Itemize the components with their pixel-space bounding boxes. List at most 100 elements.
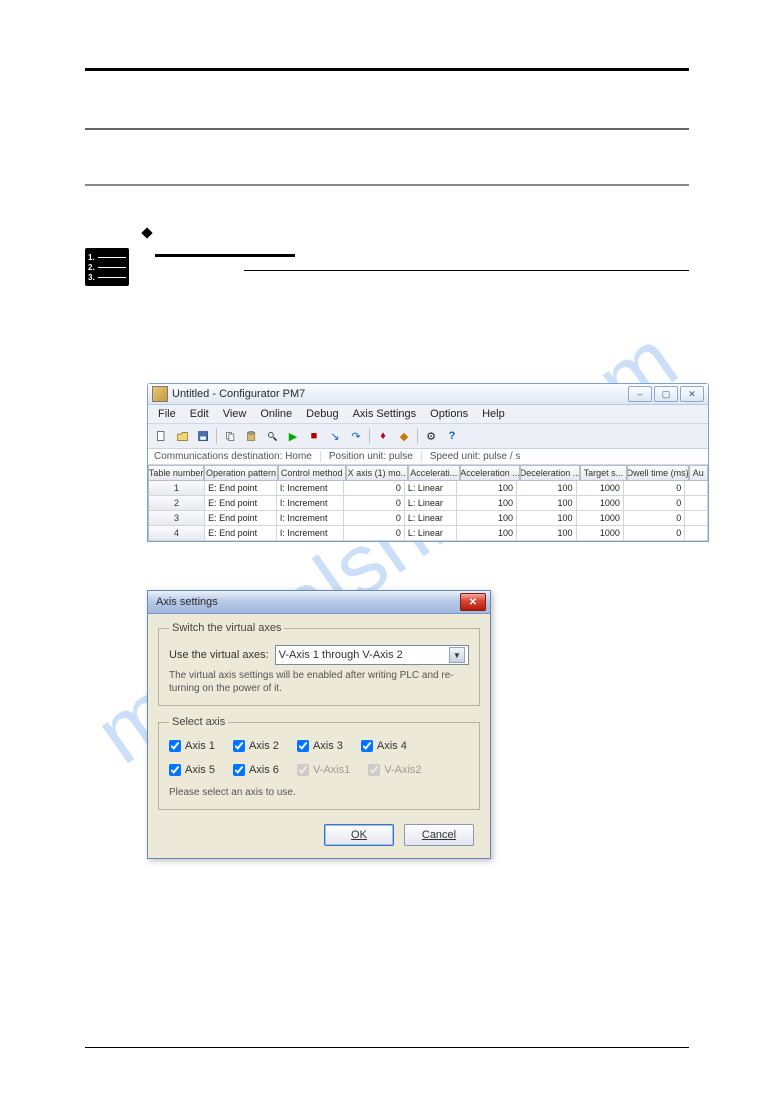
cell-x-axis[interactable]: 0 [344,511,405,526]
cell-acceleration[interactable]: 100 [457,511,517,526]
cell-accel-type[interactable]: L: Linear [405,496,458,511]
cell-x-axis[interactable]: 0 [344,526,405,541]
cell-operation-pattern[interactable]: E: End point [205,481,277,496]
open-icon[interactable] [172,426,192,446]
col-x-axis[interactable]: X axis (1) mo.. [346,466,408,481]
cell-operation-pattern[interactable]: E: End point [205,511,277,526]
help-icon[interactable]: ? [442,426,462,446]
table-row[interactable]: 1E: End pointI: Increment0L: Linear10010… [148,481,708,496]
paste-icon[interactable] [241,426,261,446]
col-au[interactable]: Au [689,466,708,481]
cell-au[interactable] [685,496,708,511]
cell-dwell[interactable]: 0 [624,526,685,541]
checkbox-input[interactable] [233,764,245,776]
cell-operation-pattern[interactable]: E: End point [205,526,277,541]
cell-acceleration[interactable]: 100 [457,481,517,496]
col-acceleration[interactable]: Acceleration ... [460,466,520,481]
virtual-axes-dropdown[interactable]: V-Axis 1 through V-Axis 2 ▼ [275,645,469,665]
cell-au[interactable] [685,481,708,496]
copy-icon[interactable] [220,426,240,446]
col-control-method[interactable]: Control method [278,466,346,481]
axis-checkbox-axis5[interactable]: Axis 5 [169,764,215,776]
checkbox-input[interactable] [169,764,181,776]
cell-au[interactable] [685,511,708,526]
cancel-button[interactable]: Cancel [404,824,474,846]
axis-checkbox-axis1[interactable]: Axis 1 [169,740,215,752]
cell-au[interactable] [685,526,708,541]
cell-accel-type[interactable]: L: Linear [405,481,458,496]
cell-deceleration[interactable]: 100 [517,481,577,496]
menu-options[interactable]: Options [424,407,474,421]
checkbox-input[interactable] [169,740,181,752]
col-table-number[interactable]: Table number [148,466,204,481]
menu-view[interactable]: View [217,407,253,421]
col-target-s[interactable]: Target s... [580,466,627,481]
new-icon[interactable] [151,426,171,446]
cell-target[interactable]: 1000 [577,511,624,526]
tool-a-icon[interactable]: ♦ [373,426,393,446]
cell-x-axis[interactable]: 0 [344,481,405,496]
switch-virtual-axes-group: Switch the virtual axes Use the virtual … [158,622,480,706]
cell-deceleration[interactable]: 100 [517,526,577,541]
cell-dwell[interactable]: 0 [624,496,685,511]
cell-acceleration[interactable]: 100 [457,496,517,511]
diamond-bullet-icon [142,227,153,238]
axis-checkbox-axis4[interactable]: Axis 4 [361,740,407,752]
axis-label: V-Axis1 [313,764,350,776]
checkbox-input[interactable] [233,740,245,752]
step-in-icon[interactable]: ↘ [325,426,345,446]
cell-dwell[interactable]: 0 [624,481,685,496]
save-icon[interactable] [193,426,213,446]
axis-checkbox-axis3[interactable]: Axis 3 [297,740,343,752]
cell-acceleration[interactable]: 100 [457,526,517,541]
col-accelerati[interactable]: Accelerati... [408,466,460,481]
col-dwell-time[interactable]: Dwell time (ms) [627,466,689,481]
table-row[interactable]: 4E: End pointI: Increment0L: Linear10010… [148,526,708,541]
menu-edit[interactable]: Edit [184,407,215,421]
axis-label: Axis 5 [185,764,215,776]
col-operation-pattern[interactable]: Operation pattern [204,466,278,481]
status-bar: Communications destination: Home Positio… [148,449,708,465]
settings-icon[interactable]: ⚙ [421,426,441,446]
axis-checkbox-axis6[interactable]: Axis 6 [233,764,279,776]
menu-axis-settings[interactable]: Axis Settings [347,407,423,421]
axis-checkbox-axis2[interactable]: Axis 2 [233,740,279,752]
cell-operation-pattern[interactable]: E: End point [205,496,277,511]
cell-deceleration[interactable]: 100 [517,496,577,511]
chevron-down-icon: ▼ [449,647,465,663]
cell-control-method[interactable]: I: Increment [277,481,344,496]
cell-accel-type[interactable]: L: Linear [405,526,458,541]
cell-x-axis[interactable]: 0 [344,496,405,511]
checkbox-input[interactable] [361,740,373,752]
cell-control-method[interactable]: I: Increment [277,526,344,541]
cell-target[interactable]: 1000 [577,526,624,541]
cell-target[interactable]: 1000 [577,496,624,511]
menu-online[interactable]: Online [254,407,298,421]
axis-label: Axis 2 [249,740,279,752]
table-row[interactable]: 3E: End pointI: Increment0L: Linear10010… [148,511,708,526]
cell-target[interactable]: 1000 [577,481,624,496]
close-window-button[interactable]: ✕ [680,386,704,402]
cell-dwell[interactable]: 0 [624,511,685,526]
cell-deceleration[interactable]: 100 [517,511,577,526]
find-icon[interactable] [262,426,282,446]
cell-accel-type[interactable]: L: Linear [405,511,458,526]
checkbox-input[interactable] [297,740,309,752]
status-destination: Communications destination: Home [154,451,321,462]
tool-b-icon[interactable]: ◆ [394,426,414,446]
col-deceleration[interactable]: Deceleration ... [520,466,580,481]
maximize-button[interactable]: ▢ [654,386,678,402]
menu-debug[interactable]: Debug [300,407,344,421]
stop-icon[interactable]: ■ [304,426,324,446]
axis-settings-dialog: Axis settings ✕ Switch the virtual axes … [147,590,491,859]
menu-file[interactable]: File [152,407,182,421]
menu-help[interactable]: Help [476,407,511,421]
ok-button[interactable]: OK [324,824,394,846]
cell-control-method[interactable]: I: Increment [277,511,344,526]
cell-control-method[interactable]: I: Increment [277,496,344,511]
run-icon[interactable]: ▶ [283,426,303,446]
minimize-button[interactable]: – [628,386,652,402]
close-dialog-button[interactable]: ✕ [460,593,486,611]
step-over-icon[interactable]: ↷ [346,426,366,446]
table-row[interactable]: 2E: End pointI: Increment0L: Linear10010… [148,496,708,511]
